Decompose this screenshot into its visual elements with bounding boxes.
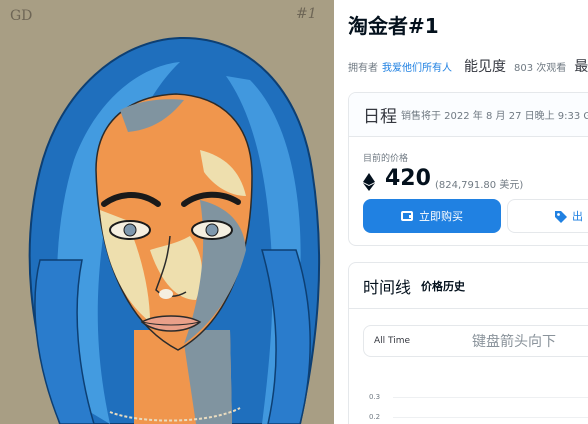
time-filter-select[interactable]: All Time 键盘箭头向下 — [363, 325, 588, 357]
item-title: 淘金者#1 — [348, 14, 439, 38]
view-count: 803 次观看 — [514, 62, 567, 74]
favorites-label: 最 — [574, 59, 588, 75]
item-meta-row: 拥有者 我爱他们所有人 能见度 803 次观看 最 — [348, 56, 588, 76]
portrait-illustration — [28, 36, 321, 424]
dropdown-hint: 键盘箭头向下 — [472, 334, 557, 350]
grid-line — [393, 417, 588, 418]
artist-signature: GD — [10, 8, 33, 24]
wallet-icon — [401, 211, 413, 221]
price-value: 420 — [385, 166, 431, 191]
tag-icon — [555, 211, 567, 223]
nft-artwork[interactable]: GD #1 — [0, 0, 334, 424]
edition-mark: #1 — [296, 6, 317, 22]
fiat-price: (824,791.80 美元) — [435, 180, 524, 191]
price-history-label: 价格历史 — [421, 279, 466, 293]
ethereum-icon — [363, 173, 375, 191]
schedule-label: 日程 — [363, 107, 397, 127]
current-price-label: 目前的价格 — [363, 154, 409, 164]
buy-now-label: 立即购买 — [419, 210, 463, 223]
owner-prefix: 拥有者 — [348, 62, 378, 74]
buy-now-button[interactable]: 立即购买 — [363, 199, 501, 233]
visibility-label: 能见度 — [464, 59, 506, 75]
timeline-label: 时间线 — [363, 277, 412, 297]
sale-card: 日程 销售将于 2022 年 8 月 27 日晚上 9:33 G 目前的价格 4… — [348, 92, 588, 246]
y-axis-tick: 0.3 — [369, 393, 381, 401]
y-axis-tick: 0.2 — [369, 413, 381, 421]
make-offer-button[interactable]: 出 — [507, 199, 588, 233]
make-offer-label: 出 — [572, 210, 583, 223]
sale-end-text: 销售将于 2022 年 8 月 27 日晚上 9:33 G — [401, 111, 588, 122]
time-filter-value: All Time — [374, 336, 411, 346]
grid-line — [393, 397, 588, 398]
owner-link[interactable]: 我爱他们所有人 — [382, 59, 452, 74]
price-history-header[interactable]: 时间线 价格历史 — [349, 263, 588, 309]
price-history-card: 时间线 价格历史 All Time 键盘箭头向下 0.3 0.2 — [348, 262, 588, 424]
sale-header: 日程 销售将于 2022 年 8 月 27 日晚上 9:33 G — [349, 93, 588, 137]
